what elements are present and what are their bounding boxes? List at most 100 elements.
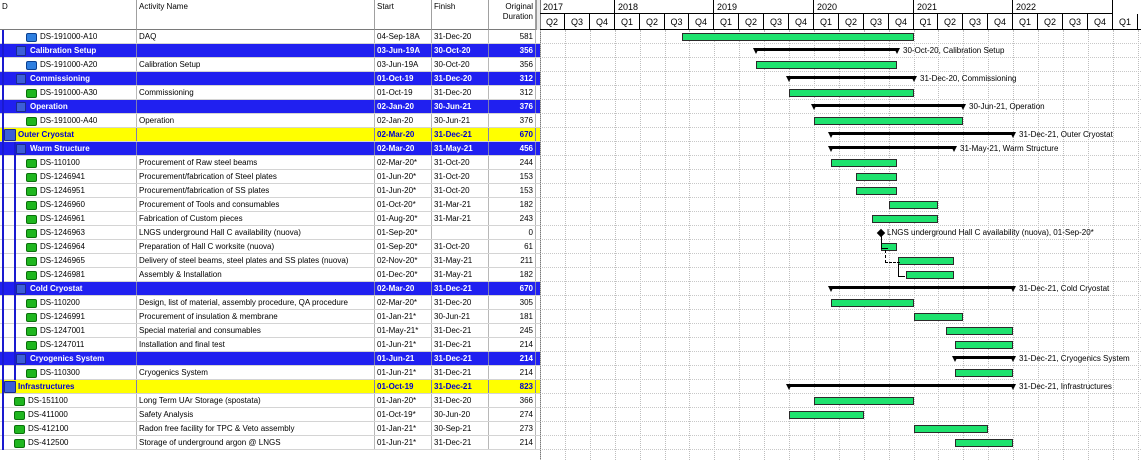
cell-duration: 670 [489, 128, 536, 141]
wbs-node-icon[interactable] [16, 102, 26, 112]
activity-bar[interactable] [814, 397, 914, 405]
wbs-row[interactable]: Calibration Setup 03-Jun-19A 30-Oct-20 356 [0, 44, 540, 58]
cell-finish: 30-Sep-21 [432, 422, 489, 435]
quarter-gridline [615, 30, 616, 460]
activity-bar[interactable] [906, 271, 954, 279]
wbs-node-icon[interactable] [16, 284, 26, 294]
table-row[interactable]: DS-1246941 Procurement/fabrication of Ste… [0, 170, 540, 184]
table-row[interactable]: DS-1246981 Assembly & Installation 01-Dec-… [0, 268, 540, 282]
cell-finish: 31-Dec-21 [432, 366, 489, 379]
bar-label: 31-Dec-21, Infrastructures [1019, 382, 1112, 391]
activity-bar[interactable] [831, 159, 897, 167]
timescale-quarter: Q2 [1038, 14, 1063, 30]
activity-bar[interactable] [914, 425, 988, 433]
wbs-node-icon[interactable] [16, 354, 26, 364]
table-row[interactable]: DS-110300 Cryogenics System 01-Jun-21* 31-D… [0, 366, 540, 380]
summary-bar[interactable] [955, 356, 1013, 359]
activity-bar[interactable] [814, 117, 963, 125]
activity-bar[interactable] [955, 341, 1013, 349]
activity-bar[interactable] [789, 89, 914, 97]
summary-end-marker [1010, 286, 1016, 292]
activity-bar[interactable] [872, 215, 938, 223]
column-header-duration[interactable]: Original Duration [489, 0, 536, 30]
wbs-row[interactable]: Commissioning 01-Oct-19 31-Dec-20 312 [0, 72, 540, 86]
wbs-row[interactable]: Operation 02-Jan-20 30-Jun-21 376 [0, 100, 540, 114]
activity-bar[interactable] [955, 369, 1013, 377]
activity-bar[interactable] [856, 187, 897, 195]
timescale-quarter: Q3 [764, 14, 789, 30]
activity-bar[interactable] [946, 327, 1013, 335]
activity-bar[interactable] [955, 439, 1013, 447]
cell-finish: 31-Oct-20 [432, 170, 489, 183]
activity-icon [14, 439, 25, 448]
column-header-activity-name[interactable]: Activity Name [137, 0, 375, 30]
timescale-quarter: Q1 [1113, 14, 1138, 30]
cell-activity-name: Special material and consumables [137, 324, 375, 337]
cell-duration: 274 [489, 408, 536, 421]
wbs-node-icon[interactable] [16, 74, 26, 84]
wbs-row[interactable]: Cold Cryostat 02-Mar-20 31-Dec-21 670 [0, 282, 540, 296]
activity-bar[interactable] [914, 313, 963, 321]
wbs-row[interactable]: Outer Cryostat 02-Mar-20 31-Dec-21 670 [0, 128, 540, 142]
column-header-start[interactable]: Start [375, 0, 432, 30]
cell-finish: 31-May-21 [432, 142, 489, 155]
table-row[interactable]: DS-191000-A30 Commissioning 01-Oct-19 31-De… [0, 86, 540, 100]
wbs-node-icon[interactable] [16, 46, 26, 56]
table-row[interactable]: DS-191000-A40 Operation 02-Jan-20 30-Jun-21… [0, 114, 540, 128]
table-row[interactable]: DS-191000-A20 Calibration Setup 03-Jun-19A… [0, 58, 540, 72]
activity-id: DS-1246961 [40, 214, 85, 223]
activity-bar[interactable] [682, 33, 914, 41]
timescale-quarter: Q1 [615, 14, 640, 30]
table-row[interactable]: DS-1247011 Installation and final test 01-… [0, 338, 540, 352]
table-row[interactable]: DS-412100 Radon free facility for TPC & V… [0, 422, 540, 436]
cell-duration: 214 [489, 436, 536, 449]
table-row[interactable]: DS-1246965 Delivery of steel beams, steel… [0, 254, 540, 268]
activity-id: DS-1246941 [40, 172, 85, 181]
timescale-quarter: Q1 [914, 14, 938, 30]
table-row[interactable]: DS-1246961 Fabrication of Custom pieces 01… [0, 212, 540, 226]
wbs-folder-icon[interactable] [4, 129, 16, 141]
table-row[interactable]: DS-191000-A10 DAQ 04-Sep-18A 31-Dec-20 581 [0, 30, 540, 44]
dependency-link [885, 250, 900, 263]
activity-id: DS-1246964 [40, 242, 85, 251]
cell-duration: 823 [489, 380, 536, 393]
activity-bar[interactable] [756, 61, 897, 69]
table-row[interactable]: DS-1247001 Special material and consumabl… [0, 324, 540, 338]
table-row[interactable]: DS-412500 Storage of underground argon @ … [0, 436, 540, 450]
summary-bar[interactable] [789, 384, 1013, 387]
timescale-quarter: Q4 [789, 14, 814, 30]
summary-bar[interactable] [814, 104, 963, 107]
summary-bar[interactable] [789, 76, 914, 79]
cell-start: 02-Mar-20 [375, 282, 432, 295]
column-header-finish[interactable]: Finish [432, 0, 489, 30]
row-gridline [540, 43, 1141, 44]
table-row[interactable]: DS-1246960 Procurement of Tools and consu… [0, 198, 540, 212]
table-row[interactable]: DS-1246951 Procurement/fabrication of SS … [0, 184, 540, 198]
table-row[interactable]: DS-110100 Procurement of Raw steel beams 0… [0, 156, 540, 170]
activity-bar[interactable] [898, 257, 954, 265]
summary-bar[interactable] [831, 132, 1013, 135]
wbs-row[interactable]: Warm Structure 02-Mar-20 31-May-21 456 [0, 142, 540, 156]
table-row[interactable]: DS-110200 Design, list of material, assem… [0, 296, 540, 310]
table-row[interactable]: DS-151100 Long Term UAr Storage (spostata… [0, 394, 540, 408]
table-row[interactable]: DS-1246964 Preparation of Hall C worksite… [0, 240, 540, 254]
activity-bar[interactable] [856, 173, 897, 181]
cell-id: DS-110200 [0, 296, 137, 309]
activity-bar[interactable] [831, 299, 914, 307]
cell-start: 01-Oct-19 [375, 72, 432, 85]
summary-bar[interactable] [831, 146, 954, 149]
wbs-folder-icon[interactable] [4, 381, 16, 393]
column-header-id[interactable]: D [0, 0, 137, 30]
table-row[interactable]: DS-411000 Safety Analysis 01-Oct-19* 30-Jun… [0, 408, 540, 422]
wbs-row[interactable]: Cryogenics System 01-Jun-21 31-Dec-21 214 [0, 352, 540, 366]
wbs-node-icon[interactable] [16, 144, 26, 154]
timescale-quarter: Q3 [1063, 14, 1088, 30]
summary-bar[interactable] [756, 48, 897, 51]
summary-bar[interactable] [831, 286, 1013, 289]
activity-bar[interactable] [789, 411, 864, 419]
timescale-quarter: Q3 [963, 14, 988, 30]
activity-bar[interactable] [889, 201, 938, 209]
wbs-row[interactable]: Infrastructures 01-Oct-19 31-Dec-21 823 [0, 380, 540, 394]
table-row[interactable]: DS-1246991 Procurement of insulation & me… [0, 310, 540, 324]
table-row[interactable]: DS-1246963 LNGS underground Hall C availa… [0, 226, 540, 240]
